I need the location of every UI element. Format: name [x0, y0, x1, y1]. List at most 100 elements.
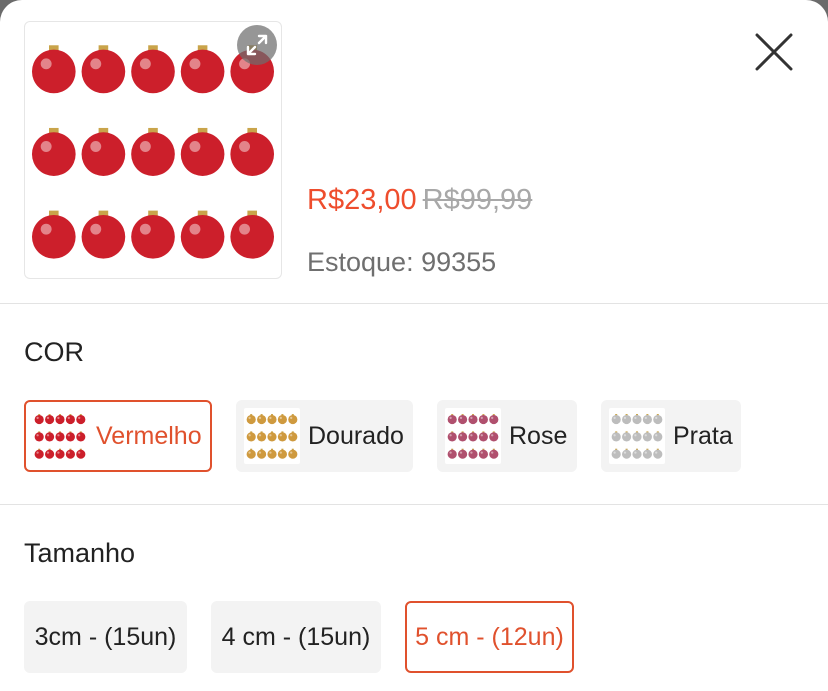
ornament-ball — [288, 449, 298, 459]
ornament-highlight — [269, 434, 272, 437]
ornament-ball — [447, 432, 457, 442]
ornament-highlight — [459, 451, 463, 454]
ornament-highlight — [449, 451, 452, 454]
ornament-highlight — [46, 416, 50, 420]
close-icon — [755, 33, 793, 71]
ornament-ball — [622, 432, 632, 442]
ornament-ball — [246, 432, 256, 442]
ornament-ball — [65, 414, 75, 425]
color-swatch-rose — [445, 408, 501, 464]
original-price: R$99,99 — [422, 184, 533, 216]
color-option-prata[interactable]: Prata — [601, 400, 741, 472]
ornament-ball — [55, 432, 65, 442]
ornament-highlight — [644, 451, 647, 454]
color-swatch-prata — [609, 408, 665, 464]
color-option-vermelho[interactable]: Vermelho — [24, 400, 212, 472]
ornament-highlight — [36, 451, 39, 454]
size-option-4cm[interactable]: 4 cm - (15un) — [211, 601, 381, 673]
ornament-highlight — [189, 58, 201, 70]
ornament-ball — [131, 132, 175, 176]
stock-label: Estoque: — [307, 247, 414, 277]
ornament-ball — [478, 414, 488, 425]
color-swatch-dourado — [244, 408, 300, 464]
ornament-highlight — [269, 416, 272, 420]
ornament-ball — [230, 132, 275, 176]
ornament-ball — [31, 214, 76, 259]
ornament-highlight — [644, 434, 647, 437]
ornament-highlight — [634, 434, 637, 437]
ornament-highlight — [470, 451, 473, 454]
ornament-ball — [632, 449, 642, 459]
ornament-ball — [246, 449, 256, 459]
ornament-highlight — [40, 141, 52, 152]
ornament-highlight — [46, 451, 50, 454]
stock-info: Estoque: 99355 — [307, 247, 496, 278]
color-option-dourado[interactable]: Dourado — [236, 400, 413, 472]
ornament-ball — [447, 449, 457, 459]
ornament-highlight — [78, 434, 81, 437]
ornament-ball — [257, 449, 267, 459]
ornament-highlight — [279, 434, 282, 437]
ornament-highlight — [90, 223, 102, 235]
ornament-highlight — [449, 416, 452, 420]
ornament-ball — [45, 432, 55, 442]
size-option-label: 5 cm - (12un) — [415, 622, 564, 651]
ornament-highlight — [57, 434, 60, 437]
divider — [0, 303, 828, 304]
stock-value: 99355 — [421, 247, 497, 277]
ornament-highlight — [655, 451, 658, 454]
ornament-ball — [267, 432, 277, 442]
ornament-highlight — [491, 434, 494, 437]
expand-button[interactable] — [237, 25, 277, 65]
current-price: R$23,00 — [307, 184, 417, 216]
ornament-highlight — [290, 416, 293, 420]
ornament-ball — [622, 414, 632, 425]
ornament-ball — [31, 49, 76, 94]
ornament-highlight — [655, 416, 658, 420]
ornament-highlight — [470, 416, 473, 420]
ornament-ball — [642, 432, 652, 442]
ornament-highlight — [90, 141, 102, 152]
ornament-ball — [611, 449, 621, 459]
color-option-label: Dourado — [308, 421, 404, 450]
ornament-ball — [447, 414, 457, 425]
ornament-ball — [642, 449, 652, 459]
ornament-highlight — [623, 416, 627, 420]
ornament-highlight — [491, 451, 494, 454]
ornament-ball — [277, 432, 287, 442]
ornament-highlight — [139, 141, 151, 152]
ornament-highlight — [623, 451, 627, 454]
ornament-ball — [45, 449, 55, 459]
color-swatch-vermelho — [32, 408, 88, 464]
ornament-ball — [489, 414, 499, 425]
size-option-5cm[interactable]: 5 cm - (12un) — [405, 601, 574, 673]
ornament-ball — [632, 414, 642, 425]
size-option-3cm[interactable]: 3cm - (15un) — [24, 601, 187, 673]
ornament-highlight — [46, 434, 50, 437]
ornament-ball — [230, 214, 275, 259]
ornament-highlight — [634, 416, 637, 420]
ornament-ball — [478, 432, 488, 442]
color-option-label: Prata — [673, 421, 733, 450]
ornament-highlight — [40, 58, 52, 70]
ornament-ball — [45, 414, 55, 425]
ornament-ball — [131, 214, 175, 259]
color-option-rose[interactable]: Rose — [437, 400, 577, 472]
ornament-ball — [611, 414, 621, 425]
ornament-highlight — [470, 434, 473, 437]
ornament-ball — [267, 449, 277, 459]
ornament-ball — [632, 432, 642, 442]
ornament-highlight — [90, 58, 102, 70]
ornament-ball — [34, 449, 44, 459]
ornament-highlight — [78, 416, 81, 420]
ornament-highlight — [290, 434, 293, 437]
ornament-ball — [489, 449, 499, 459]
ornament-highlight — [279, 416, 282, 420]
size-option-label: 4 cm - (15un) — [221, 622, 371, 651]
ornament-ball — [81, 214, 126, 259]
ornament-highlight — [36, 434, 39, 437]
ornament-ball — [468, 414, 478, 425]
color-option-label: Vermelho — [96, 421, 202, 450]
ornament-highlight — [57, 416, 60, 420]
close-button[interactable] — [752, 30, 796, 74]
